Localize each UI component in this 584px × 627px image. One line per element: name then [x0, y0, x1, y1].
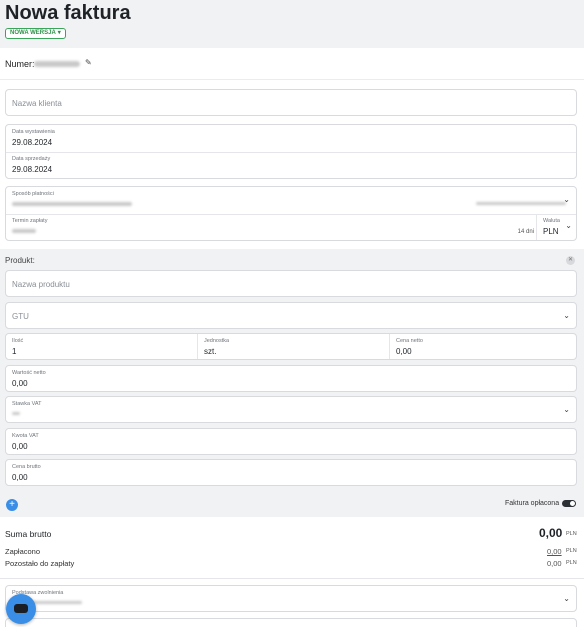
vat-amount-field[interactable]: Kwota VAT 0,00 — [5, 428, 577, 455]
vat-amount-label: Kwota VAT — [12, 433, 39, 439]
product-name-input[interactable]: Nazwa produktu — [5, 270, 577, 297]
page-header: Nowa faktura NOWA WERSJA ▾ — [0, 0, 584, 48]
client-name-placeholder: Nazwa klienta — [12, 99, 62, 108]
issue-date-field[interactable]: Data wystawienia 29.08.2024 — [6, 125, 576, 152]
next-field[interactable] — [5, 618, 577, 627]
vat-rate-value — [12, 412, 20, 415]
payment-group: Sposób płatności ⌄ Termin zapłaty 14 dni… — [5, 186, 577, 241]
invoice-number-value — [34, 61, 80, 67]
chevron-down-icon: ⌄ — [563, 594, 570, 603]
quantity-value: 1 — [12, 347, 17, 356]
payment-term-value — [12, 229, 36, 233]
payment-method-label: Sposób płatności — [12, 191, 54, 197]
sale-date-value: 29.08.2024 — [12, 165, 53, 174]
sale-date-field[interactable]: Data sprzedaży 29.08.2024 — [6, 153, 576, 180]
chat-icon — [14, 604, 28, 613]
net-price-label: Cena netto — [396, 338, 423, 344]
divider — [0, 578, 584, 579]
gross-price-label: Cena brutto — [12, 464, 41, 470]
paid-value[interactable]: 0,00 — [547, 547, 562, 556]
gross-price-field[interactable]: Cena brutto 0,00 — [5, 459, 577, 486]
payment-term-days: 14 dni — [517, 229, 534, 235]
currency-value: PLN — [543, 227, 559, 236]
version-badge-label: NOWA WERSJA — [10, 30, 56, 36]
vat-rate-select[interactable]: Stawka VAT ⌄ — [5, 396, 577, 423]
net-value-field[interactable]: Wartość netto 0,00 — [5, 365, 577, 392]
sale-date-label: Data sprzedaży — [12, 156, 51, 162]
invoice-number-label: Numer: — [5, 59, 35, 69]
qty-unit-price-group: Ilość 1 Jednostka szt. Cena netto 0,00 — [5, 333, 577, 360]
currency-label: Waluta — [543, 218, 560, 224]
page-title: Nowa faktura — [5, 2, 131, 24]
payment-term-field[interactable]: Termin zapłaty 14 dni — [6, 215, 534, 242]
invoice-number-row: Numer: ✎ — [0, 48, 584, 80]
unit-label: Jednostka — [204, 338, 230, 344]
net-price-field[interactable]: Cena netto 0,00 — [390, 334, 576, 361]
chevron-down-icon: ▾ — [57, 30, 61, 36]
net-value-label: Wartość netto — [12, 370, 46, 376]
version-badge[interactable]: NOWA WERSJA ▾ — [5, 28, 66, 39]
gtu-select[interactable]: GTU ⌄ — [5, 302, 577, 329]
product-section-label: Produkt: — [5, 256, 35, 265]
issue-date-label: Data wystawienia — [12, 129, 55, 135]
dates-group: Data wystawienia 29.08.2024 Data sprzeda… — [5, 124, 577, 179]
unit-field[interactable]: Jednostka szt. — [198, 334, 388, 361]
payment-term-label: Termin zapłaty — [12, 218, 48, 224]
close-icon[interactable]: ✕ — [566, 256, 575, 265]
vat-rate-label: Stawka VAT — [12, 401, 42, 407]
paid-currency: PLN — [566, 548, 577, 554]
issue-date-value: 29.08.2024 — [12, 138, 53, 147]
paid-toggle[interactable] — [562, 500, 576, 507]
payment-method-extra — [476, 202, 566, 205]
remaining-value: 0,00 — [547, 559, 562, 568]
unit-value: szt. — [204, 347, 217, 356]
gross-sum-currency: PLN — [566, 531, 577, 537]
chat-button[interactable] — [6, 594, 36, 624]
chevron-down-icon: ⌄ — [565, 221, 572, 230]
gross-sum-value: 0,00 — [539, 526, 563, 540]
quantity-label: Ilość — [12, 338, 24, 344]
paid-label: Zapłacono — [5, 547, 41, 556]
quantity-field[interactable]: Ilość 1 — [6, 334, 196, 361]
chevron-down-icon: ⌄ — [563, 195, 570, 204]
chevron-down-icon: ⌄ — [563, 405, 570, 414]
plus-icon[interactable]: + — [6, 499, 18, 511]
gross-sum-label: Suma brutto — [5, 529, 52, 539]
currency-select[interactable]: Waluta PLN ⌄ — [537, 215, 578, 242]
paid-toggle-label: Faktura opłacona — [505, 500, 560, 507]
payment-method-select[interactable]: Sposób płatności ⌄ — [6, 187, 576, 214]
net-price-value: 0,00 — [396, 347, 412, 356]
gross-price-value: 0,00 — [12, 473, 28, 482]
vat-amount-value: 0,00 — [12, 442, 28, 451]
gtu-placeholder: GTU — [12, 312, 29, 321]
payment-method-value — [12, 202, 132, 206]
net-value-value: 0,00 — [12, 379, 28, 388]
product-name-placeholder: Nazwa produktu — [12, 280, 70, 289]
remaining-currency: PLN — [566, 560, 577, 566]
exemption-select[interactable]: Podstawa zwolnienia ⌄ — [5, 585, 577, 612]
remaining-label: Pozostało do zapłaty — [5, 559, 75, 568]
pencil-icon[interactable]: ✎ — [85, 58, 92, 67]
chevron-down-icon: ⌄ — [563, 311, 570, 320]
client-name-input[interactable]: Nazwa klienta — [5, 89, 577, 116]
